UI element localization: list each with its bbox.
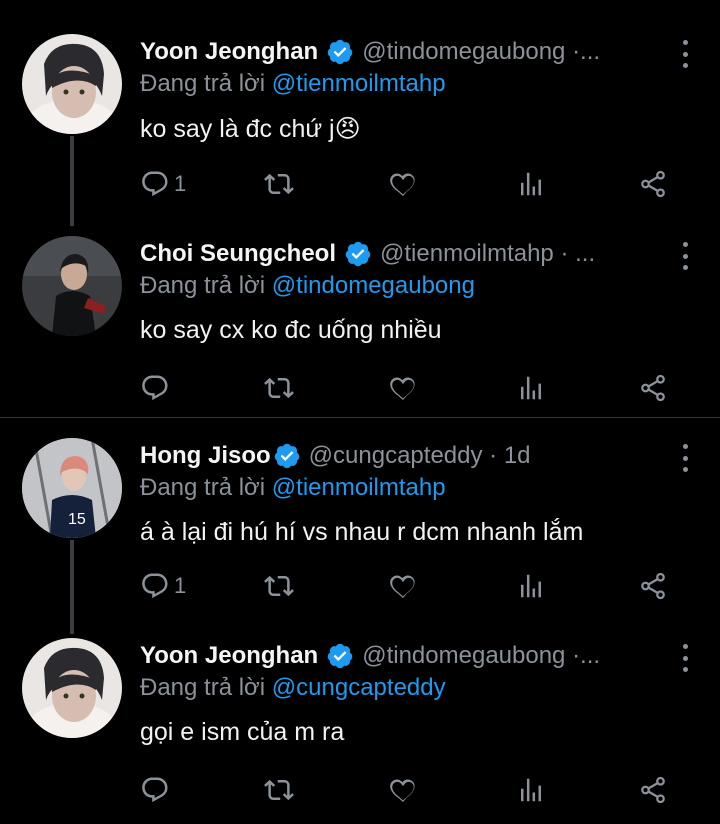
mention-link[interactable]: @tienmoilmtahp — [272, 474, 446, 501]
verified-icon — [274, 443, 299, 469]
thread-line — [70, 540, 74, 634]
like-button[interactable] — [388, 368, 418, 408]
share-button[interactable] — [638, 770, 668, 810]
more-icon[interactable] — [680, 40, 690, 68]
like-icon — [390, 377, 415, 401]
analytics-icon — [521, 376, 541, 400]
reply-count: 1 — [174, 171, 187, 196]
analytics-button[interactable] — [516, 368, 546, 408]
display-name[interactable]: Hong Jisoo — [140, 442, 271, 470]
share-button[interactable] — [638, 566, 668, 606]
analytics-icon — [521, 172, 541, 196]
mention-link[interactable]: @tindomegaubong — [272, 272, 475, 299]
avatar[interactable] — [22, 34, 122, 134]
thread-line — [70, 136, 74, 226]
retweet-icon — [264, 779, 294, 801]
tweet[interactable]: Choi Seungcheol @tienmoilmtahp · ... Đan… — [0, 236, 720, 416]
like-button[interactable] — [388, 164, 418, 204]
share-icon — [641, 572, 665, 600]
share-icon — [641, 170, 665, 198]
reply-prefix: Đang trả lời — [140, 674, 272, 701]
reply-context: Đang trả lời @tindomegaubong — [140, 272, 475, 300]
share-button[interactable] — [638, 368, 668, 408]
more-icon[interactable] — [680, 644, 690, 672]
verified-icon — [327, 643, 353, 669]
reply-prefix: Đang trả lời — [140, 474, 272, 501]
verified-icon — [345, 241, 371, 267]
share-icon — [641, 776, 665, 804]
handle[interactable]: @cungcapteddy · 1d — [309, 442, 531, 470]
more-icon[interactable] — [680, 444, 690, 472]
reply-button[interactable]: 1 — [140, 164, 186, 204]
reply-icon — [142, 573, 168, 599]
reply-button[interactable] — [140, 770, 174, 810]
share-button[interactable] — [638, 164, 668, 204]
analytics-button[interactable] — [516, 164, 546, 204]
reply-context: Đang trả lời @cungcapteddy — [140, 674, 446, 702]
like-icon — [390, 173, 415, 197]
analytics-icon — [521, 574, 541, 598]
tweet[interactable]: Yoon Jeonghan @tindomegaubong ·... Đang … — [0, 638, 720, 824]
avatar[interactable] — [22, 236, 122, 336]
display-name[interactable]: Yoon Jeonghan — [140, 38, 318, 66]
reply-icon — [142, 777, 168, 803]
more-icon[interactable] — [680, 242, 690, 270]
analytics-icon — [521, 778, 541, 802]
tweet-text: á à lại đi hú hí vs nhau r dcm nhanh lắm — [140, 518, 584, 546]
reply-icon — [142, 171, 168, 197]
retweet-icon — [264, 377, 294, 399]
display-name[interactable]: Choi Seungcheol — [140, 240, 336, 268]
divider — [0, 417, 720, 418]
reply-prefix: Đang trả lời — [140, 70, 272, 97]
like-icon — [390, 575, 415, 599]
share-icon — [641, 374, 665, 402]
reply-context: Đang trả lời @tienmoilmtahp — [140, 70, 446, 98]
handle[interactable]: @tindomegaubong ·... — [362, 38, 600, 66]
svg-text:15: 15 — [68, 511, 86, 528]
like-button[interactable] — [388, 566, 418, 606]
reply-count: 1 — [174, 573, 187, 598]
tweet-text: gọi e ism của m ra — [140, 718, 345, 746]
reply-button[interactable] — [140, 368, 174, 408]
display-name[interactable]: Yoon Jeonghan — [140, 642, 318, 670]
retweet-button[interactable] — [264, 164, 294, 204]
handle[interactable]: @tindomegaubong ·... — [362, 642, 600, 670]
analytics-button[interactable] — [516, 770, 546, 810]
reply-icon — [142, 375, 168, 401]
tweet-text: ko say là đc chứ j😠 — [140, 115, 361, 143]
tweet[interactable]: 15 Hong Jisoo @cungcapteddy · 1d Đang tr… — [0, 438, 720, 634]
avatar[interactable]: 15 — [22, 438, 122, 538]
action-bar: 1 — [140, 164, 700, 204]
mention-link[interactable]: @tienmoilmtahp — [272, 70, 446, 97]
handle[interactable]: @tienmoilmtahp · ... — [380, 240, 595, 268]
tweet-text: ko say cx ko đc uống nhiều — [140, 316, 442, 344]
retweet-button[interactable] — [264, 566, 294, 606]
retweet-button[interactable] — [264, 368, 294, 408]
action-bar: 1 — [140, 566, 700, 606]
retweet-icon — [264, 575, 294, 597]
tweet[interactable]: Yoon Jeonghan @tindomegaubong ·... Đang … — [0, 34, 720, 226]
reply-prefix: Đang trả lời — [140, 272, 272, 299]
action-bar — [140, 368, 700, 408]
like-button[interactable] — [388, 770, 418, 810]
avatar[interactable] — [22, 638, 122, 738]
mention-link[interactable]: @cungcapteddy — [272, 674, 446, 701]
like-icon — [390, 779, 415, 803]
retweet-icon — [264, 173, 294, 195]
analytics-button[interactable] — [516, 566, 546, 606]
action-bar — [140, 770, 700, 810]
retweet-button[interactable] — [264, 770, 294, 810]
reply-button[interactable]: 1 — [140, 566, 186, 606]
verified-icon — [327, 39, 353, 65]
reply-context: Đang trả lời @tienmoilmtahp — [140, 474, 446, 502]
